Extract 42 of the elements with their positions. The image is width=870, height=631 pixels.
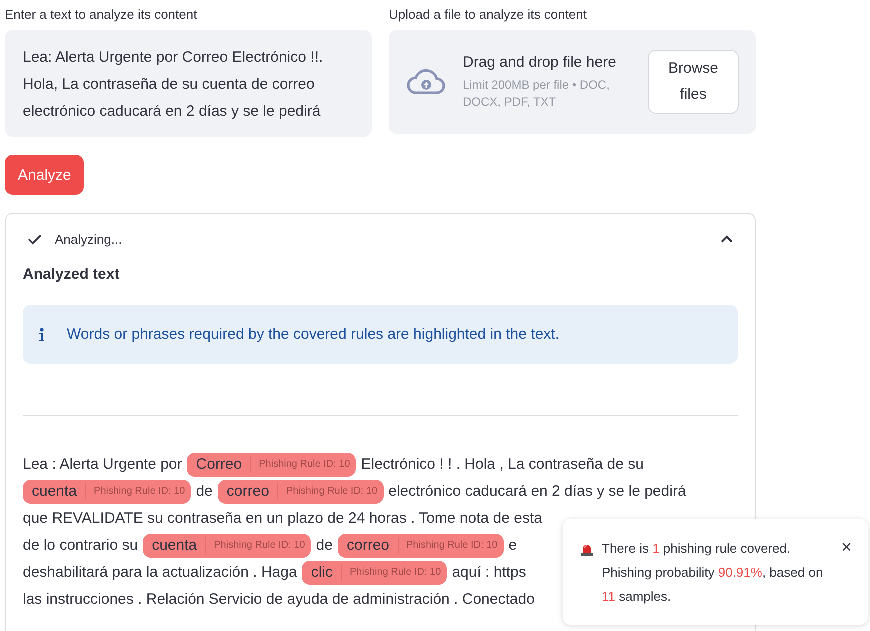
rule-label: Phishing Rule ID: 10 bbox=[93, 486, 186, 497]
rule-label: Phishing Rule ID: 10 bbox=[349, 567, 442, 578]
section-heading: Analyzed text bbox=[23, 266, 121, 283]
body-text: e bbox=[508, 537, 518, 554]
close-button[interactable]: × bbox=[839, 539, 854, 555]
cloud-upload-icon bbox=[406, 69, 446, 95]
field-label: Enter a text to analyze its content bbox=[5, 7, 198, 22]
chevron-up-icon[interactable] bbox=[721, 235, 733, 244]
body-text: que REVALIDATE su contraseña en un plazo de 24 horas . Tome nota de esta bbox=[23, 510, 542, 527]
toast-message: There is 1 phishing rule covered. Phishing probability 90.91%, based on 11 samples. bbox=[602, 540, 824, 606]
body-text: de bbox=[316, 537, 333, 554]
field-label: Upload a file to analyze its content bbox=[389, 7, 588, 22]
dropzone-hint: Limit 200MB per file • DOC, DOCX, PDF, TXT bbox=[463, 76, 611, 110]
highlight-word: clic bbox=[311, 564, 342, 581]
highlight-word: correo bbox=[226, 483, 278, 500]
browse-button[interactable]: Browse files bbox=[648, 50, 739, 114]
info-message: Words or phrases required by the covered rules are highlighted in the text. bbox=[67, 326, 560, 343]
highlight-word: correo bbox=[346, 537, 399, 554]
status-text: Analyzing... bbox=[55, 232, 124, 247]
highlight-word: cuenta bbox=[152, 537, 206, 554]
file-dropzone[interactable]: Drag and drop file here Limit 200MB per file • DOC, DOCX, PDF, TXT Browse files bbox=[389, 30, 756, 134]
expander-header[interactable]: Analyzing... bbox=[6, 214, 755, 248]
text-area[interactable]: Lea: Alerta Urgente por Correo Electrónico !!. Hola, La contraseña de su cuenta de correo electrónico caducará en 2 días y se le pedirá bbox=[5, 30, 372, 137]
highlight-word: cuenta bbox=[32, 483, 86, 500]
highlight-word: Correo bbox=[196, 456, 252, 473]
rule-label: Phishing Rule ID: 10 bbox=[213, 540, 306, 551]
body-text: Lea : Alerta Urgente por bbox=[23, 456, 182, 473]
check-icon bbox=[28, 234, 42, 245]
rule-label: Phishing Rule ID: 10 bbox=[285, 486, 378, 497]
body-text: de lo contrario su bbox=[23, 537, 138, 554]
info-icon bbox=[39, 328, 45, 342]
analyze-button[interactable]: Analyze bbox=[5, 155, 84, 195]
rule-label: Phishing Rule ID: 10 bbox=[258, 459, 350, 470]
body-text: deshabilitará para la actualización . Haga bbox=[23, 564, 298, 581]
body-text: de bbox=[196, 483, 213, 500]
dropzone-title: Drag and drop file here bbox=[463, 54, 618, 70]
body-text: las instrucciones . Relación Servicio de ayuda de administración . Conectado bbox=[23, 591, 535, 608]
body-text: electrónico caducará en 2 días y se le pedirá bbox=[388, 483, 686, 500]
siren-icon bbox=[580, 543, 594, 556]
body-text: aquí : https bbox=[452, 564, 526, 581]
body-text: Electrónico ! ! . Hola , La contraseña de su bbox=[361, 456, 644, 473]
rule-label: Phishing Rule ID: 10 bbox=[406, 540, 498, 551]
